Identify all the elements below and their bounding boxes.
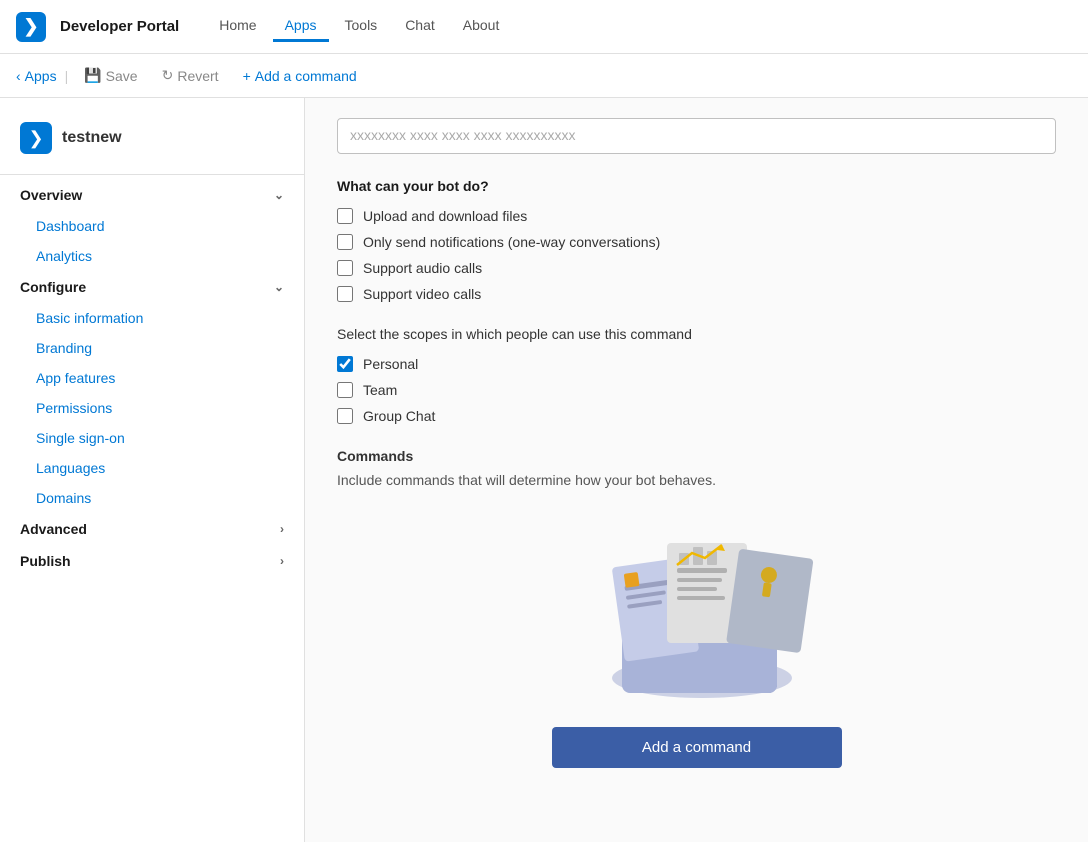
app-header: ❯ testnew	[0, 114, 304, 170]
capability-audio-label: Support audio calls	[363, 260, 482, 276]
capability-upload-label: Upload and download files	[363, 208, 527, 224]
checkbox-personal[interactable]	[337, 356, 353, 372]
plus-icon: +	[243, 68, 251, 84]
chevron-right-icon: ›	[280, 522, 284, 536]
capability-notifications[interactable]: Only send notifications (one-way convers…	[337, 234, 1056, 250]
sidebar-item-languages[interactable]: Languages	[0, 453, 304, 483]
top-navigation: ❯ Developer Portal Home Apps Tools Chat …	[0, 0, 1088, 54]
nav-apps[interactable]: Apps	[273, 11, 329, 42]
capability-upload-download[interactable]: Upload and download files	[337, 208, 1056, 224]
separator: |	[65, 68, 69, 84]
save-button[interactable]: 💾 Save	[76, 63, 145, 88]
sidebar-item-analytics[interactable]: Analytics	[0, 241, 304, 271]
sidebar-section-overview[interactable]: Overview ⌄	[0, 179, 304, 211]
chevron-right-icon-2: ›	[280, 554, 284, 568]
back-label: Apps	[25, 68, 57, 84]
sidebar-item-permissions[interactable]: Permissions	[0, 393, 304, 423]
capability-audio[interactable]: Support audio calls	[337, 260, 1056, 276]
scopes-group: Personal Team Group Chat	[337, 356, 1056, 424]
capability-video[interactable]: Support video calls	[337, 286, 1056, 302]
illustration-area: Add a command	[337, 488, 1056, 788]
checkbox-upload-download[interactable]	[337, 208, 353, 224]
capabilities-group: Upload and download files Only send noti…	[337, 208, 1056, 302]
scope-group-chat-label: Group Chat	[363, 408, 435, 424]
sidebar-section-configure[interactable]: Configure ⌄	[0, 271, 304, 303]
revert-icon: ↻	[162, 67, 174, 84]
sidebar-item-single-sign-on[interactable]: Single sign-on	[0, 423, 304, 453]
scope-personal[interactable]: Personal	[337, 356, 1056, 372]
back-to-apps-button[interactable]: ‹ Apps	[16, 68, 57, 84]
capability-video-label: Support video calls	[363, 286, 481, 302]
nav-links: Home Apps Tools Chat About	[207, 11, 511, 42]
commands-description: Include commands that will determine how…	[337, 472, 1056, 488]
configure-label: Configure	[20, 279, 86, 295]
sidebar-item-domains[interactable]: Domains	[0, 483, 304, 513]
sidebar-section-publish[interactable]: Publish ›	[0, 545, 304, 577]
sidebar-item-branding[interactable]: Branding	[0, 333, 304, 363]
scopes-description: Select the scopes in which people can us…	[337, 326, 1056, 342]
bot-question-title: What can your bot do?	[337, 178, 1056, 194]
app-icon: ❯	[20, 122, 52, 154]
portal-title: Developer Portal	[60, 18, 179, 35]
checkbox-audio[interactable]	[337, 260, 353, 276]
checkbox-notifications[interactable]	[337, 234, 353, 250]
chevron-left-icon: ‹	[16, 68, 21, 84]
divider	[0, 174, 304, 175]
main-content: xxxxxxxx xxxx xxxx xxxx xxxxxxxxxx What …	[305, 98, 1088, 842]
illustration-svg	[547, 503, 847, 703]
sidebar-item-basic-information[interactable]: Basic information	[0, 303, 304, 333]
commands-section: Commands Include commands that will dete…	[337, 448, 1056, 488]
nav-home[interactable]: Home	[207, 11, 268, 42]
publish-label: Publish	[20, 553, 71, 569]
breadcrumb-bar: ‹ Apps | 💾 Save ↻ Revert + Add a command	[0, 54, 1088, 98]
add-command-header-button[interactable]: + Add a command	[235, 64, 365, 88]
scope-team-label: Team	[363, 382, 397, 398]
chevron-down-icon: ⌄	[274, 188, 284, 202]
nav-chat[interactable]: Chat	[393, 11, 447, 42]
app-logo: ❯	[16, 12, 46, 42]
overview-label: Overview	[20, 187, 82, 203]
revert-button[interactable]: ↻ Revert	[154, 63, 227, 88]
chevron-down-icon-2: ⌄	[274, 280, 284, 294]
sidebar-item-app-features[interactable]: App features	[0, 363, 304, 393]
sidebar-item-dashboard[interactable]: Dashboard	[0, 211, 304, 241]
scope-personal-label: Personal	[363, 356, 418, 372]
scope-team[interactable]: Team	[337, 382, 1056, 398]
add-command-button[interactable]: Add a command	[552, 727, 842, 768]
capability-notifications-label: Only send notifications (one-way convers…	[363, 234, 660, 250]
advanced-label: Advanced	[20, 521, 87, 537]
main-layout: ❯ testnew Overview ⌄ Dashboard Analytics…	[0, 98, 1088, 842]
sidebar-section-advanced[interactable]: Advanced ›	[0, 513, 304, 545]
nav-about[interactable]: About	[451, 11, 512, 42]
commands-title: Commands	[337, 448, 1056, 464]
app-name: testnew	[62, 129, 122, 147]
checkbox-group-chat[interactable]	[337, 408, 353, 424]
save-icon: 💾	[84, 67, 101, 84]
partial-input-field[interactable]: xxxxxxxx xxxx xxxx xxxx xxxxxxxxxx	[337, 118, 1056, 154]
checkbox-video[interactable]	[337, 286, 353, 302]
content-inner: xxxxxxxx xxxx xxxx xxxx xxxxxxxxxx What …	[305, 98, 1088, 808]
scope-group-chat[interactable]: Group Chat	[337, 408, 1056, 424]
checkbox-team[interactable]	[337, 382, 353, 398]
nav-tools[interactable]: Tools	[333, 11, 390, 42]
sidebar: ❯ testnew Overview ⌄ Dashboard Analytics…	[0, 98, 305, 842]
